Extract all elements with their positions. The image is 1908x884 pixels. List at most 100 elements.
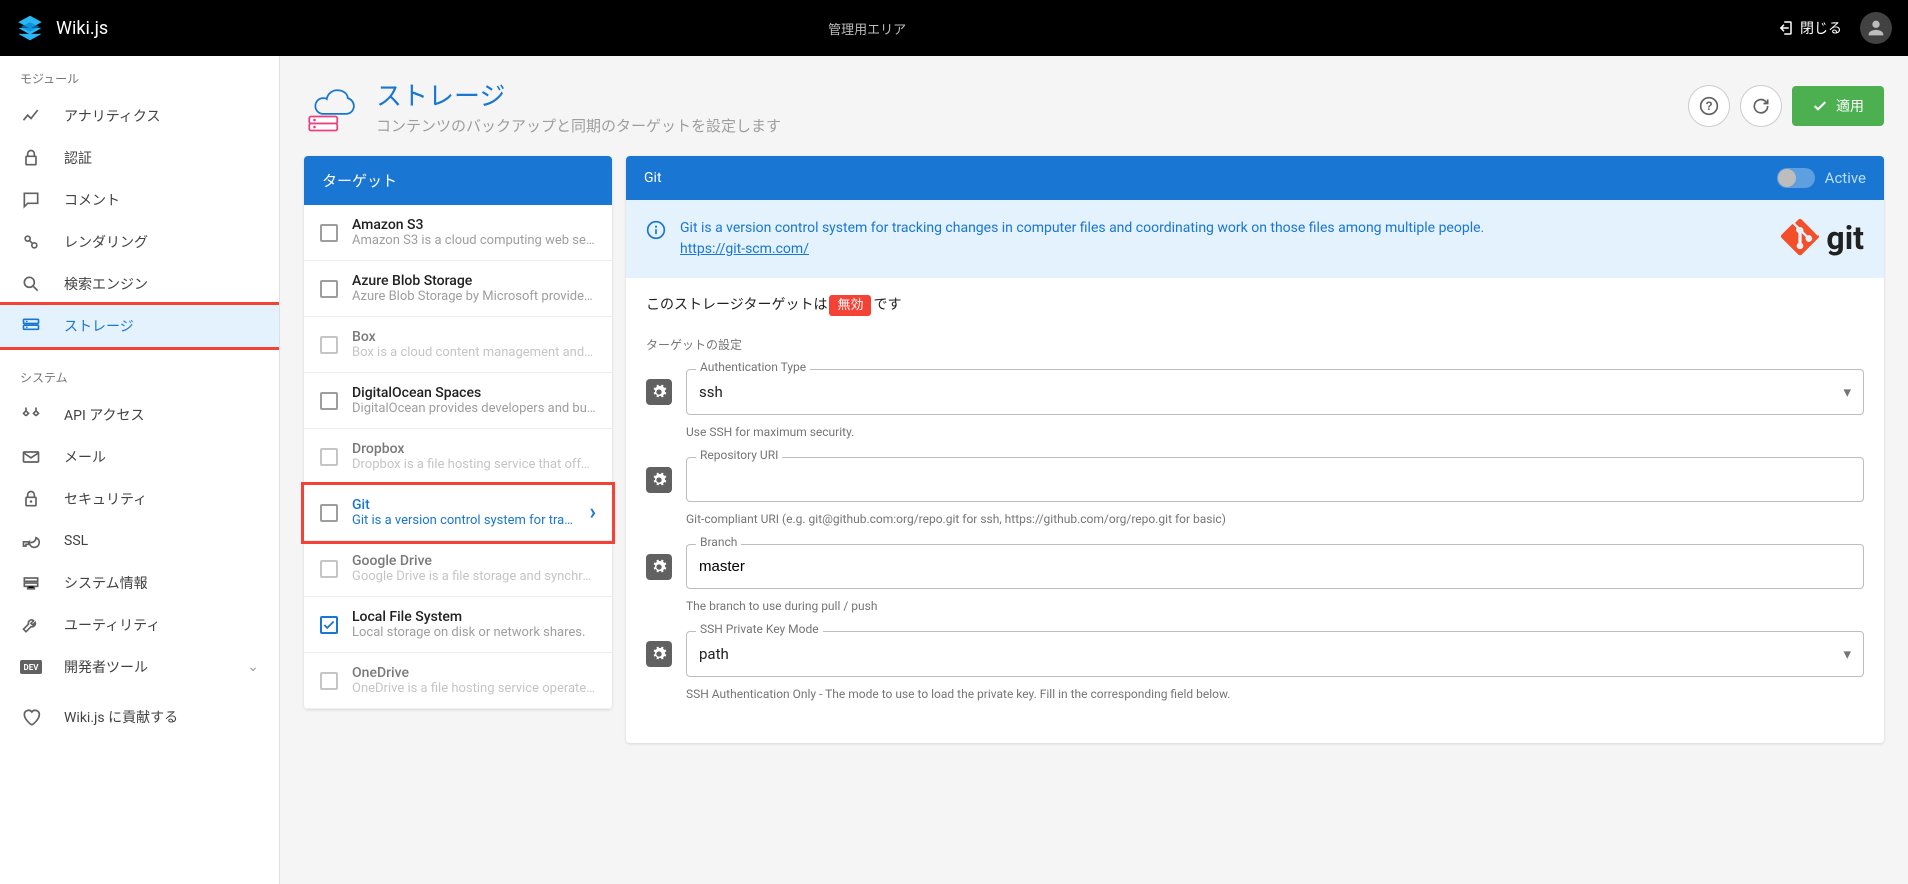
sidebar-item-contribute[interactable]: Wiki.js に貢献する [0, 696, 279, 738]
info-link[interactable]: https://git-scm.com/ [680, 241, 809, 257]
sidebar-item-search[interactable]: 検索エンジン [0, 263, 279, 305]
storage-icon [20, 315, 42, 337]
check-icon [1812, 98, 1828, 114]
branch-input[interactable] [686, 544, 1864, 589]
status-badge: 無効 [829, 295, 871, 316]
analytics-icon [20, 105, 42, 127]
checkbox-icon[interactable] [320, 448, 338, 466]
sidebar-item-mail[interactable]: メール [0, 436, 279, 478]
mail-icon [20, 446, 42, 468]
page-actions: ? 適用 [1688, 85, 1884, 127]
field-auth-type-row: Authentication Type ssh ▾ [646, 369, 1864, 415]
apply-button[interactable]: 適用 [1792, 86, 1884, 126]
target-item[interactable]: DropboxDropbox is a file hosting service… [304, 429, 612, 485]
ssh-key-mode-select[interactable]: path ▾ [686, 631, 1864, 677]
apply-label: 適用 [1836, 96, 1864, 116]
chevron-down-icon: ⌄ [247, 659, 259, 675]
ssh-key-hint: SSH Authentication Only - The mode to us… [646, 681, 1864, 719]
sidebar-item-label: 開発者ツール [64, 657, 148, 677]
target-item[interactable]: BoxBox is a cloud content management and… [304, 317, 612, 373]
comments-icon [20, 189, 42, 211]
field-label: Authentication Type [696, 360, 810, 374]
gear-icon [646, 379, 672, 405]
main-content: ストレージ コンテンツのバックアップと同期のターゲットを設定します ? 適用 タ… [280, 56, 1908, 884]
checkbox-icon[interactable] [320, 392, 338, 410]
target-item[interactable]: Azure Blob StorageAzure Blob Storage by … [304, 261, 612, 317]
storage-page-icon [304, 78, 360, 134]
close-button[interactable]: 閉じる [1776, 18, 1842, 38]
target-name: Git [352, 497, 575, 513]
sidebar-item-storage[interactable]: ストレージ [0, 305, 279, 347]
sidebar-item-label: セキュリティ [64, 489, 147, 509]
git-icon [1780, 218, 1820, 258]
sidebar-item-label: アナリティクス [64, 106, 160, 126]
field-ssh-key-row: SSH Private Key Mode path ▾ [646, 631, 1864, 677]
repo-uri-field[interactable]: Repository URI [686, 457, 1864, 502]
target-item[interactable]: OneDriveOneDrive is a file hosting servi… [304, 653, 612, 709]
target-text: GitGit is a version control system for t… [352, 497, 575, 528]
target-desc: Azure Blob Storage by Microsoft provides… [352, 289, 596, 304]
sidebar-item-auth[interactable]: 認証 [0, 137, 279, 179]
target-item[interactable]: Amazon S3Amazon S3 is a cloud computing … [304, 205, 612, 261]
sidebar-item-api[interactable]: API アクセス [0, 394, 279, 436]
header-actions: 閉じる [1776, 12, 1892, 44]
user-icon [1865, 17, 1887, 39]
security-icon [20, 488, 42, 510]
field-repo-uri-row: Repository URI [646, 457, 1864, 502]
field-label: SSH Private Key Mode [696, 622, 823, 636]
sidebar-item-security[interactable]: セキュリティ [0, 478, 279, 520]
status-prefix: このストレージターゲットは [646, 297, 827, 313]
sidebar-item-analytics[interactable]: アナリティクス [0, 95, 279, 137]
header-center-text: 管理用エリア [0, 19, 1776, 38]
target-item[interactable]: Local File SystemLocal storage on disk o… [304, 597, 612, 653]
target-text: Local File SystemLocal storage on disk o… [352, 609, 596, 640]
utilities-icon [20, 614, 42, 636]
target-name: Azure Blob Storage [352, 273, 596, 289]
refresh-button[interactable] [1740, 85, 1782, 127]
info-banner: Git is a version control system for trac… [626, 200, 1884, 278]
checkbox-checked-icon[interactable] [320, 616, 338, 634]
target-item[interactable]: GitGit is a version control system for t… [304, 485, 612, 541]
repo-uri-input[interactable] [686, 457, 1864, 502]
sidebar-item-ssl[interactable]: SSL [0, 520, 279, 562]
checkbox-icon[interactable] [320, 336, 338, 354]
gear-icon [646, 467, 672, 493]
help-button[interactable]: ? [1688, 85, 1730, 127]
git-logo-text: git [1826, 219, 1864, 257]
status-line: このストレージターゲットは無効です [646, 294, 1864, 314]
auth-type-select[interactable]: ssh ▾ [686, 369, 1864, 415]
target-name: Google Drive [352, 553, 596, 569]
checkbox-icon[interactable] [320, 560, 338, 578]
chevron-down-icon: ▾ [1843, 645, 1851, 663]
target-desc: Box is a cloud content management and fi… [352, 345, 596, 360]
checkbox-icon[interactable] [320, 224, 338, 242]
branch-hint: The branch to use during pull / push [646, 593, 1864, 631]
target-text: BoxBox is a cloud content management and… [352, 329, 596, 360]
target-item[interactable]: Google DriveGoogle Drive is a file stora… [304, 541, 612, 597]
checkbox-icon[interactable] [320, 504, 338, 522]
auth-type-field[interactable]: Authentication Type ssh ▾ [686, 369, 1864, 415]
devtools-icon: DEV [20, 656, 42, 678]
ssh-key-mode-field[interactable]: SSH Private Key Mode path ▾ [686, 631, 1864, 677]
help-icon: ? [1699, 96, 1719, 116]
sidebar-item-label: 検索エンジン [64, 274, 148, 294]
chevron-right-icon: › [589, 500, 596, 525]
target-name: Dropbox [352, 441, 596, 457]
sidebar-item-sysinfo[interactable]: システム情報 [0, 562, 279, 604]
page-header: ストレージ コンテンツのバックアップと同期のターゲットを設定します ? 適用 [304, 76, 1884, 136]
checkbox-icon[interactable] [320, 672, 338, 690]
sidebar-item-devtools[interactable]: DEV 開発者ツール ⌄ [0, 646, 279, 688]
active-switch[interactable] [1777, 168, 1815, 188]
refresh-icon [1751, 96, 1771, 116]
sidebar-item-rendering[interactable]: レンダリング [0, 221, 279, 263]
svg-text:DEV: DEV [24, 663, 40, 672]
sidebar-item-utilities[interactable]: ユーティリティ [0, 604, 279, 646]
checkbox-icon[interactable] [320, 280, 338, 298]
user-avatar[interactable] [1860, 12, 1892, 44]
ssh-key-mode-value: path [699, 645, 729, 663]
sidebar-section-system: システム [0, 363, 279, 394]
active-toggle-wrap: Active [1777, 168, 1866, 188]
sidebar-item-comments[interactable]: コメント [0, 179, 279, 221]
target-item[interactable]: DigitalOcean SpacesDigitalOcean provides… [304, 373, 612, 429]
branch-field[interactable]: Branch [686, 544, 1864, 589]
